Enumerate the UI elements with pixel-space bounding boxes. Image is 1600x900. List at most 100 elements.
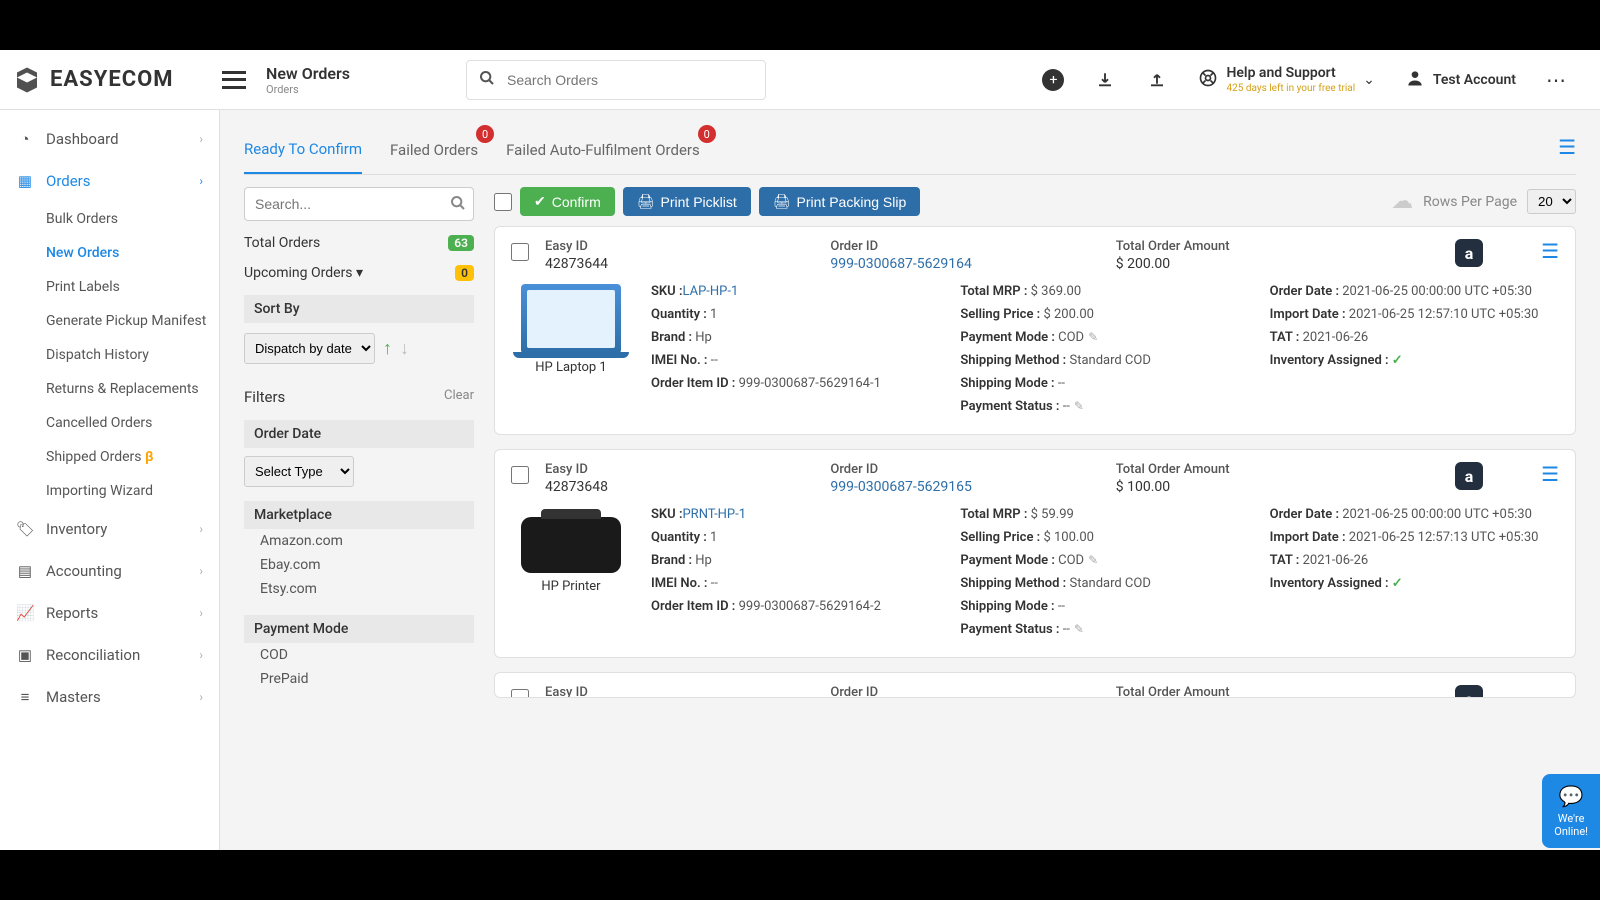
brand-logo[interactable]: EASYECOM [12,65,222,95]
more-icon[interactable]: ⋯ [1546,68,1568,92]
marketplace-header: Marketplace [244,501,474,529]
search-icon[interactable] [450,195,466,215]
sku-link[interactable]: PRNT-HP-1 [682,507,746,522]
chevron-right-icon: › [199,690,203,704]
rpp-label: Rows Per Page [1423,194,1517,210]
order-date-header: Order Date [244,420,474,448]
product-name: HP Printer [511,579,631,594]
easy-id-value: 42873648 [545,479,814,495]
header: EASYECOM New Orders Orders + [0,50,1600,110]
add-icon[interactable]: + [1042,69,1064,91]
sub-returns[interactable]: Returns & Replacements [46,372,219,406]
tab-failed-orders[interactable]: Failed Orders0 [390,131,478,173]
total-amount-value: $ 100.00 [1116,479,1439,495]
payment-mode-header: Payment Mode [244,615,474,643]
upload-icon[interactable] [1146,69,1168,91]
chat-icon: 💬 [1554,784,1588,808]
order-id-link[interactable]: 999-0300687-5629164 [830,256,1099,272]
product-image [521,517,621,573]
order-checkbox[interactable] [511,689,529,698]
print-picklist-button[interactable]: 🖨Print Picklist [623,187,751,216]
total-amount-label: Total Order Amount [1116,462,1439,477]
payment-mode-option[interactable]: PrePaid [244,667,474,691]
tabs-menu-icon[interactable]: ☰ [1558,135,1576,169]
toolbar: ✔Confirm 🖨Print Picklist 🖨Print Packing … [494,187,1576,216]
payment-mode-option[interactable]: COD [244,643,474,667]
marketplace-option[interactable]: Amazon.com [244,529,474,553]
sub-dispatch-history[interactable]: Dispatch History [46,338,219,372]
page-subtitle: Orders [266,83,466,96]
sidebar-item-reconciliation[interactable]: ▣Reconciliation › [0,634,219,676]
sidebar-item-dashboard[interactable]: ◔Dashboard › [0,118,219,160]
order-checkbox[interactable] [511,243,529,261]
total-amount-label: Total Order Amount [1116,239,1439,254]
marketplace-option[interactable]: Ebay.com [244,553,474,577]
orders-submenu: Bulk Orders New Orders Print Labels Gene… [0,202,219,508]
search-orders[interactable] [466,60,766,100]
badge-failed-auto: 0 [698,125,716,143]
pencil-icon[interactable]: ✎ [1088,330,1098,344]
doc-icon: ▣ [16,646,34,664]
pencil-icon[interactable]: ✎ [1074,622,1084,636]
search-icon [479,70,495,90]
sort-select[interactable]: Dispatch by date [244,333,375,364]
amazon-icon: a [1455,239,1483,267]
product-name: HP Laptop 1 [511,360,631,375]
card-menu-icon[interactable]: ☰ [1541,239,1559,263]
sidebar-item-orders[interactable]: ▦Orders › [0,160,219,202]
total-amount-value: $ 200.00 [1116,256,1439,272]
sub-shipped[interactable]: Shipped Orders β [46,440,219,474]
sub-print-labels[interactable]: Print Labels [46,270,219,304]
clear-filters[interactable]: Clear [444,388,474,406]
sub-cancelled[interactable]: Cancelled Orders [46,406,219,440]
product-image [521,284,621,354]
gauge-icon: ◔ [16,130,34,148]
tab-failed-auto[interactable]: Failed Auto-Fulfilment Orders0 [506,131,700,173]
print-packing-button[interactable]: 🖨Print Packing Slip [759,187,921,216]
order-id-link[interactable]: 999-0300687-5629165 [830,479,1099,495]
chevron-right-icon: › [199,132,203,146]
order-id-label: Order ID [830,462,1099,477]
sub-bulk-orders[interactable]: Bulk Orders [46,202,219,236]
rows-per-page-select[interactable]: 20 [1527,189,1576,214]
sidebar: ◔Dashboard › ▦Orders › Bulk Orders New O… [0,110,220,850]
menu-toggle-icon[interactable] [222,71,246,89]
confirm-button[interactable]: ✔Confirm [520,187,615,216]
select-all-checkbox[interactable] [494,193,512,211]
cloud-download-icon[interactable]: ☁ [1391,189,1413,214]
chevron-down-icon: ⌄ [1363,72,1375,88]
sort-asc-icon[interactable]: ↑ [383,338,392,359]
marketplace-option[interactable]: Etsy.com [244,577,474,601]
filter-search-input[interactable] [244,187,474,221]
pencil-icon[interactable]: ✎ [1074,399,1084,413]
sidebar-item-reports[interactable]: 📈Reports › [0,592,219,634]
chat-widget[interactable]: 💬 We're Online! [1542,774,1600,848]
upcoming-orders[interactable]: Upcoming Orders ▾ 0 [244,265,474,281]
account-menu[interactable]: Test Account [1405,68,1516,92]
lifebuoy-icon [1198,68,1218,92]
order-date-select[interactable]: Select Type [244,456,354,487]
easy-id-label: Easy ID [545,462,814,477]
order-checkbox[interactable] [511,466,529,484]
easy-id-label: Easy ID [545,239,814,254]
sidebar-item-accounting[interactable]: ▤Accounting › [0,550,219,592]
search-input[interactable] [507,72,753,88]
sku-link[interactable]: LAP-HP-1 [682,284,738,299]
download-icon[interactable] [1094,69,1116,91]
sortby-header: Sort By [244,295,474,323]
tab-ready-to-confirm[interactable]: Ready To Confirm [244,130,362,174]
logo-icon [12,65,42,95]
calculator-icon: ▤ [16,562,34,580]
sub-new-orders[interactable]: New Orders [46,236,219,270]
filters-panel: Total Orders 63 Upcoming Orders ▾ 0 Sort… [244,187,474,691]
sort-desc-icon[interactable]: ↓ [400,338,409,359]
pencil-icon[interactable]: ✎ [1088,553,1098,567]
card-menu-icon[interactable]: ☰ [1541,462,1559,486]
sidebar-item-masters[interactable]: ≡Masters › [0,676,219,718]
sub-pickup-manifest[interactable]: Generate Pickup Manifest [46,304,219,338]
sub-importing-wizard[interactable]: Importing Wizard [46,474,219,508]
order-card: Easy ID 42873648 Order ID 999-0300687-56… [494,449,1576,658]
sidebar-item-inventory[interactable]: 🏷Inventory › [0,508,219,550]
help-and-support[interactable]: Help and Support 425 days left in your f… [1198,65,1374,94]
chevron-right-icon: › [199,564,203,578]
